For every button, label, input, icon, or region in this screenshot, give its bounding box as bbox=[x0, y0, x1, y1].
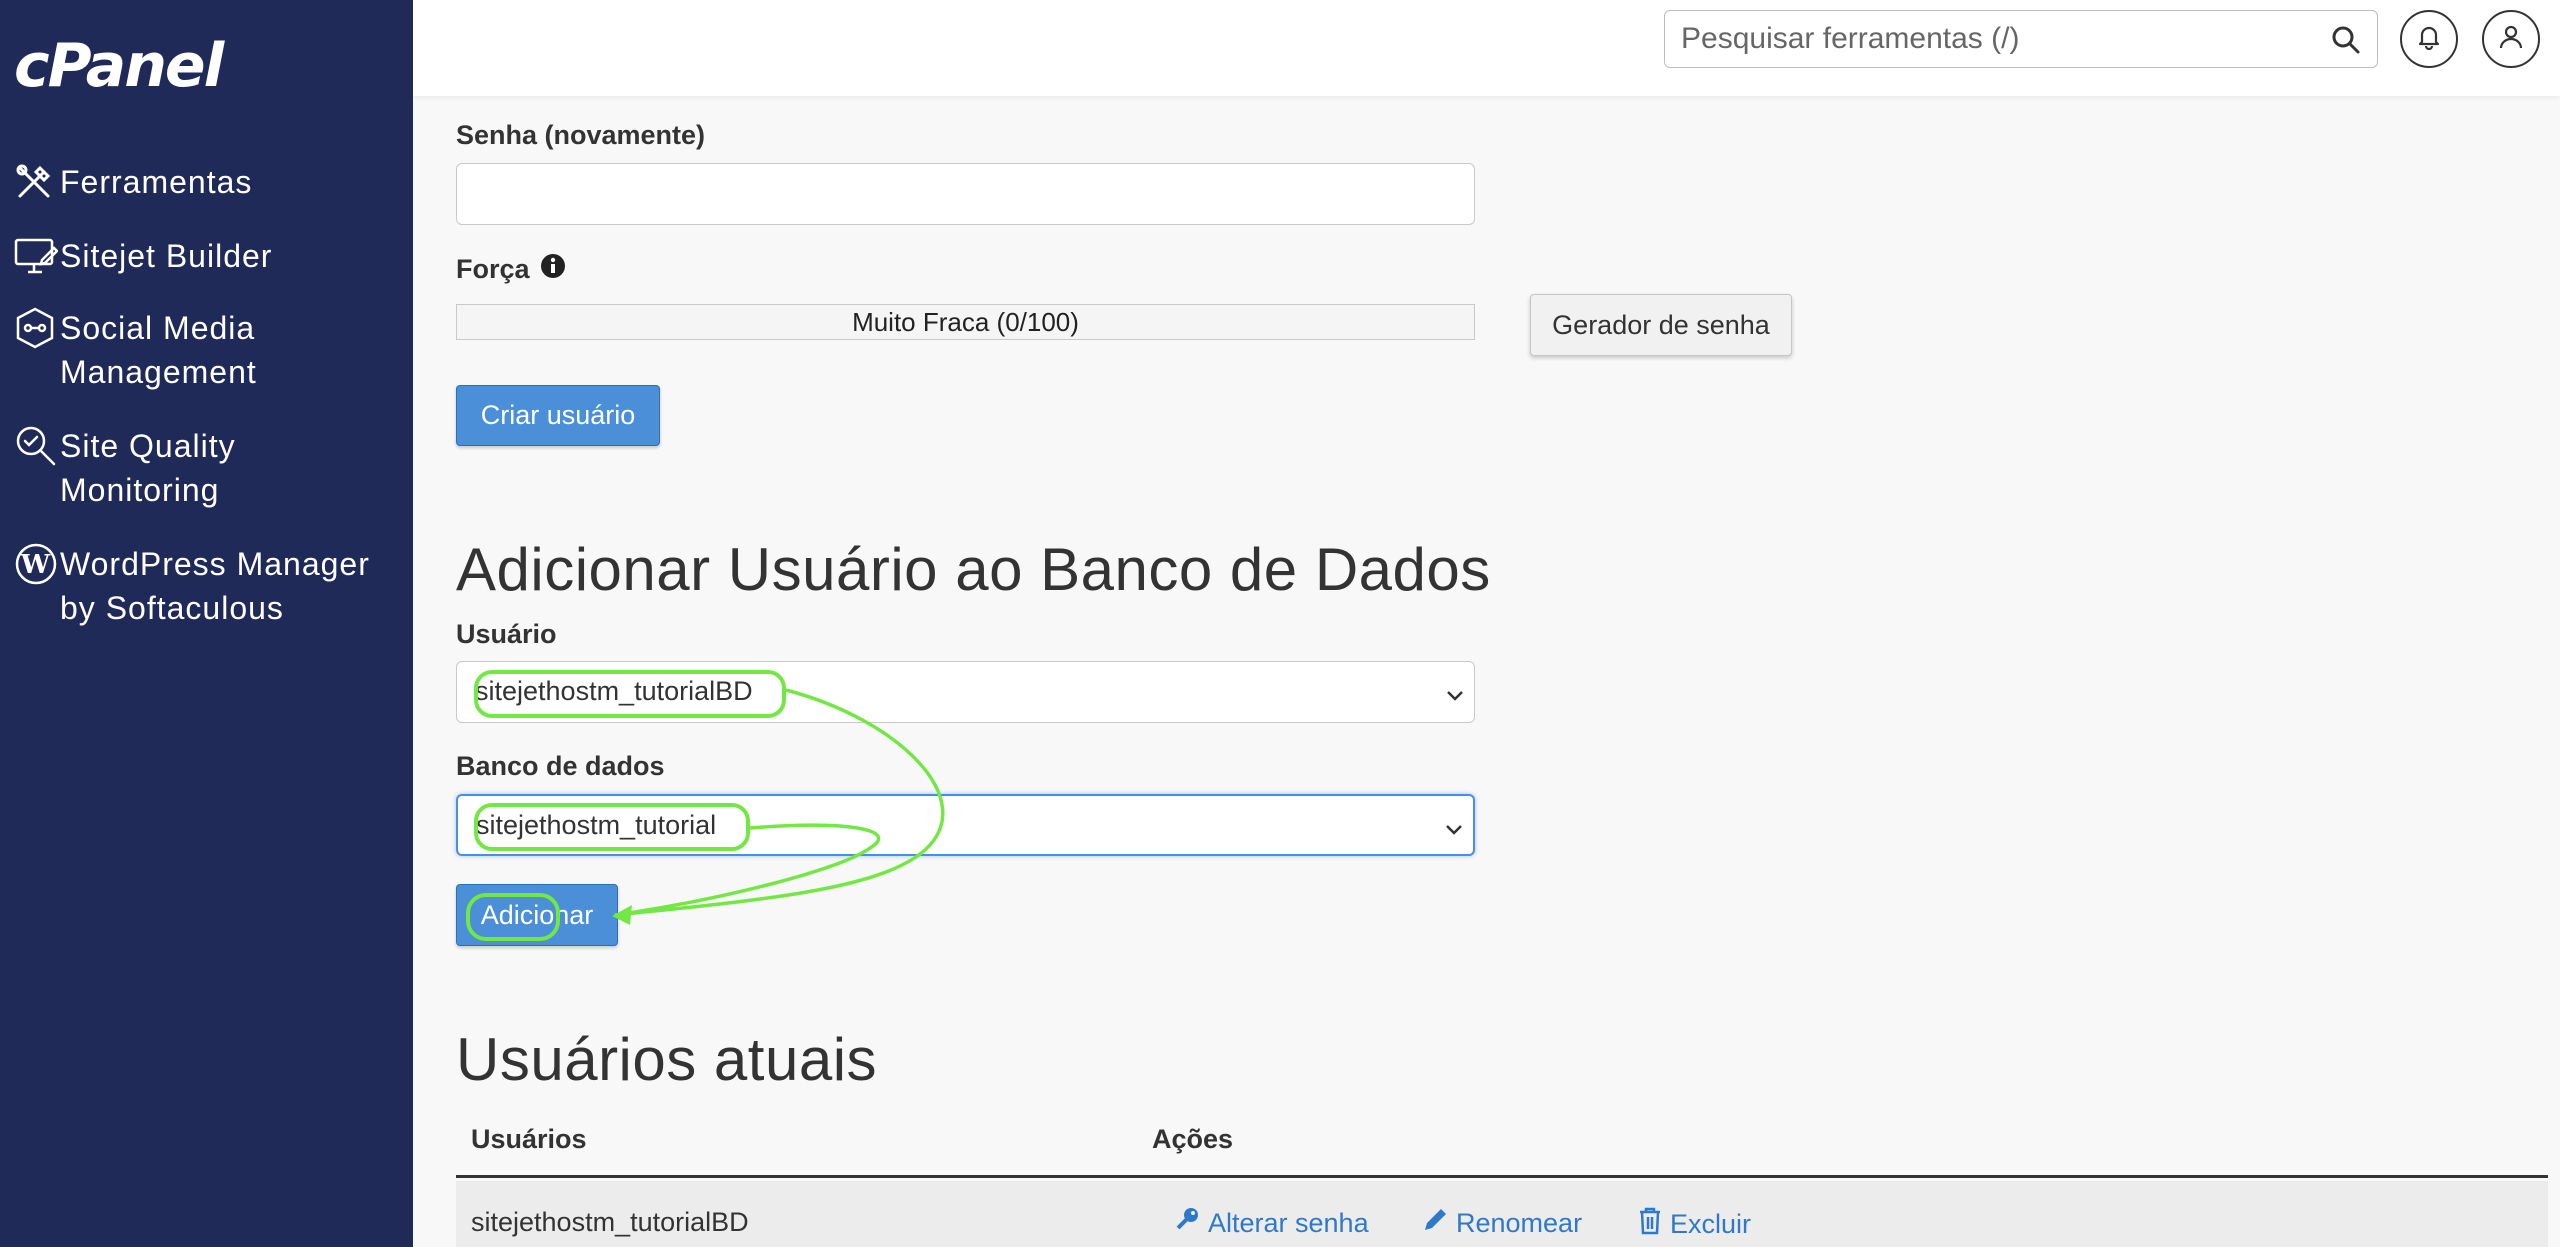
table-row: sitejethostm_tutorialBD Alterar senha Re… bbox=[456, 1181, 2548, 1247]
cpanel-logo[interactable]: cPanel bbox=[14, 34, 224, 98]
social-hexagon-icon bbox=[14, 306, 60, 350]
column-header-users: Usuários bbox=[471, 1124, 587, 1154]
sidebar-item-sitejet-builder[interactable]: Sitejet Builder bbox=[14, 234, 390, 278]
search-box bbox=[1664, 10, 2378, 68]
strength-text: Muito Fraca (0/100) bbox=[852, 306, 1079, 337]
magnifier-check-icon bbox=[14, 424, 60, 468]
sidebar-item-label: Site Quality Monitoring bbox=[60, 428, 236, 508]
strength-label-row: Força bbox=[456, 253, 566, 286]
wordpress-icon: W bbox=[14, 542, 60, 586]
sidebar: cPanel Ferramentas Sitejet Builder Socia… bbox=[0, 0, 413, 1247]
sidebar-item-wordpress-manager[interactable]: W WordPress Manager by Softaculous bbox=[14, 542, 390, 630]
users-table-header: Usuários Ações bbox=[456, 1110, 2548, 1178]
user-name-cell: sitejethostm_tutorialBD bbox=[471, 1207, 749, 1237]
password-strength-meter: Muito Fraca (0/100) bbox=[456, 304, 1475, 340]
current-users-title: Usuários atuais bbox=[456, 1026, 878, 1093]
database-label: Banco de dados bbox=[456, 751, 665, 781]
annotation-highlight-database bbox=[474, 803, 750, 851]
rename-link[interactable]: Renomear bbox=[1422, 1207, 1582, 1240]
key-icon bbox=[1174, 1207, 1200, 1240]
rename-label: Renomear bbox=[1456, 1208, 1583, 1238]
sidebar-item-social-media-management[interactable]: Social Media Management bbox=[14, 306, 390, 394]
password-generator-button[interactable]: Gerador de senha bbox=[1530, 294, 1792, 356]
delete-link[interactable]: Excluir bbox=[1638, 1207, 1751, 1242]
sidebar-item-label: WordPress Manager by Softaculous bbox=[60, 546, 370, 626]
strength-label: Força bbox=[456, 254, 530, 284]
chevron-down-icon bbox=[1444, 682, 1466, 713]
search-input[interactable] bbox=[1667, 13, 2307, 65]
tools-icon bbox=[14, 160, 60, 204]
pencil-icon bbox=[1422, 1207, 1448, 1240]
annotation-highlight-user bbox=[474, 670, 786, 718]
password-again-field[interactable] bbox=[456, 163, 1475, 225]
svg-text:W: W bbox=[20, 550, 51, 580]
chevron-down-icon bbox=[1443, 816, 1465, 847]
create-user-button[interactable]: Criar usuário bbox=[456, 385, 660, 446]
user-menu-button[interactable] bbox=[2482, 10, 2540, 68]
sidebar-item-label: Sitejet Builder bbox=[60, 238, 273, 274]
notifications-button[interactable] bbox=[2400, 10, 2458, 68]
add-user-to-db-title: Adicionar Usuário ao Banco de Dados bbox=[456, 536, 1491, 603]
sidebar-item-label: Ferramentas bbox=[60, 164, 253, 200]
monitor-edit-icon bbox=[14, 234, 60, 278]
change-password-label: Alterar senha bbox=[1208, 1208, 1369, 1238]
user-icon bbox=[2498, 24, 2524, 55]
user-label: Usuário bbox=[456, 619, 557, 649]
sidebar-item-ferramentas[interactable]: Ferramentas bbox=[14, 160, 390, 204]
sidebar-item-site-quality-monitoring[interactable]: Site Quality Monitoring bbox=[14, 424, 390, 512]
search-icon[interactable] bbox=[2331, 25, 2361, 60]
info-icon[interactable] bbox=[540, 253, 566, 286]
trash-icon bbox=[1638, 1207, 1662, 1242]
bell-icon bbox=[2416, 24, 2442, 55]
password-again-label: Senha (novamente) bbox=[456, 120, 706, 150]
annotation-highlight-add bbox=[466, 893, 560, 941]
sidebar-item-label: Social Media Management bbox=[60, 310, 257, 390]
column-header-actions: Ações bbox=[1152, 1124, 1234, 1154]
change-password-link[interactable]: Alterar senha bbox=[1174, 1207, 1369, 1240]
delete-label: Excluir bbox=[1670, 1209, 1752, 1239]
